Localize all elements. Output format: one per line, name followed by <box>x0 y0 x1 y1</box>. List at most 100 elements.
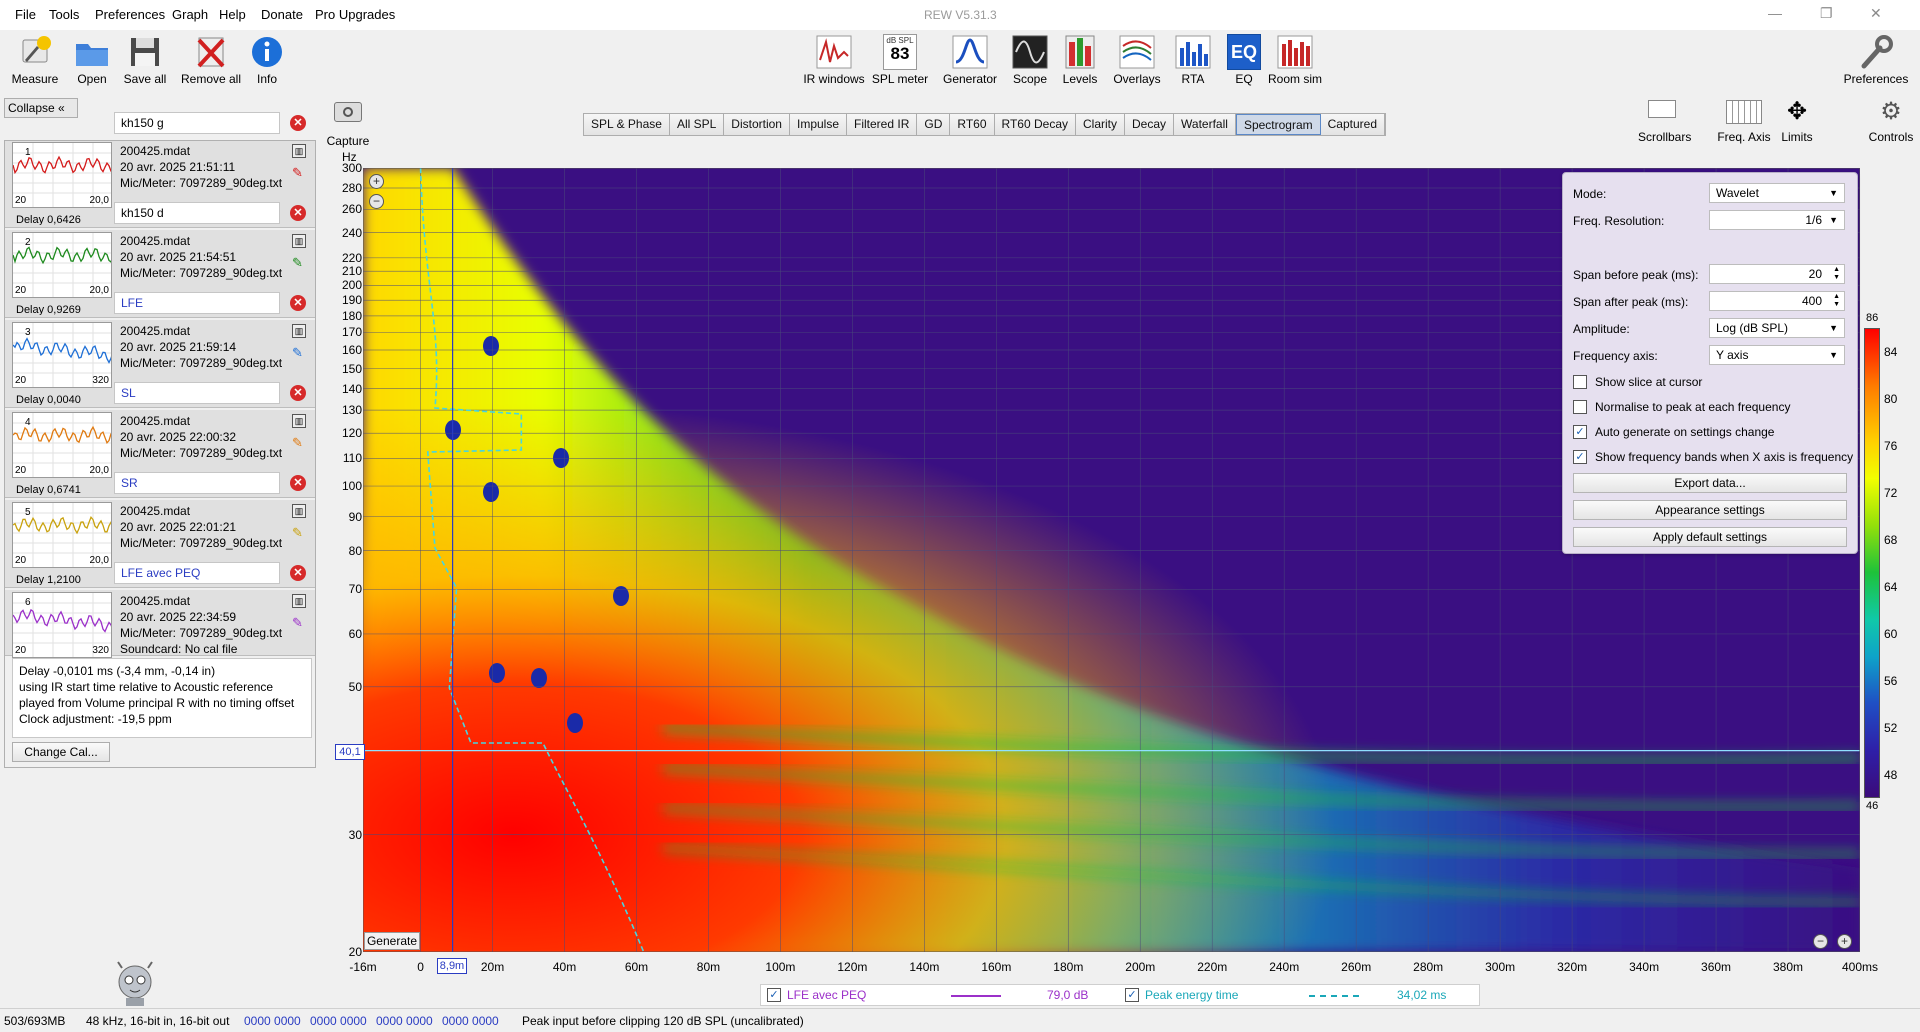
settings-checkbox[interactable]: ✓ <box>1573 450 1587 464</box>
preferences-button[interactable]: Preferences <box>1836 34 1916 90</box>
amplitude-dropdown[interactable]: Log (dB SPL) ▼ <box>1709 318 1845 338</box>
measurement-thumbnail[interactable]: 3 20 320 <box>12 322 112 388</box>
measurement-date: 20 avr. 2025 22:01:21 <box>120 520 237 534</box>
pen-icon[interactable]: ✎ <box>292 616 306 630</box>
measurement-name-field[interactable]: LFE <box>114 292 280 314</box>
zoom-in-x-icon[interactable]: + <box>1837 934 1852 949</box>
tab-spl-phase[interactable]: SPL & Phase <box>584 114 670 135</box>
menu-graph[interactable]: Graph <box>172 7 208 22</box>
close-icon[interactable]: ✕ <box>290 205 306 221</box>
tab-all-spl[interactable]: All SPL <box>669 114 725 135</box>
y-tick-label: 110 <box>342 451 362 466</box>
close-icon[interactable]: ✕ <box>290 295 306 311</box>
measurement-chart-icon[interactable]: ▥ <box>292 414 306 428</box>
spl-meter-button[interactable]: dB SPL 83 SPL meter <box>861 34 939 90</box>
appearance-settings-button[interactable]: Appearance settings <box>1573 500 1847 520</box>
remove-all-icon <box>191 34 231 70</box>
close-icon[interactable]: ✕ <box>290 115 306 131</box>
tab-filtered-ir[interactable]: Filtered IR <box>847 114 918 135</box>
menu-help[interactable]: Help <box>219 7 246 22</box>
room-sim-button[interactable]: Room sim <box>1256 34 1334 90</box>
spinner-arrows-icon[interactable]: ▲ ▼ <box>1833 293 1840 309</box>
menu-donate[interactable]: Donate <box>261 7 303 22</box>
tab-decay[interactable]: Decay <box>1125 114 1175 135</box>
measurement-file: 200425.mdat <box>120 234 191 248</box>
measurement-number: 1 <box>25 147 31 158</box>
minimize-icon[interactable]: — <box>1768 5 1782 21</box>
span-after-input[interactable]: 400 ▲ ▼ <box>1709 291 1845 311</box>
pen-icon[interactable]: ✎ <box>292 346 306 360</box>
close-icon[interactable]: ✕ <box>290 565 306 581</box>
measurement-thumbnail[interactable]: 1 20 20,0 <box>12 142 112 208</box>
pen-icon[interactable]: ✎ <box>292 166 306 180</box>
measurement-thumbnail[interactable]: 4 20 20,0 <box>12 412 112 478</box>
freq-axis-button[interactable]: Freq. Axis <box>1716 100 1772 144</box>
limits-button[interactable]: ✥ Limits <box>1773 98 1821 145</box>
zoom-in-icon[interactable]: + <box>369 174 384 189</box>
menu-pro-upgrades[interactable]: Pro Upgrades <box>315 7 395 22</box>
settings-checkbox[interactable] <box>1573 375 1587 389</box>
measurement-name-field[interactable]: LFE avec PEQ <box>114 562 280 584</box>
tab-gd[interactable]: GD <box>917 114 951 135</box>
pen-icon[interactable]: ✎ <box>292 256 306 270</box>
scrollbars-button[interactable]: Scrollbars <box>1638 100 1691 144</box>
legend-series-checkbox[interactable]: ✓ <box>767 988 781 1002</box>
measurement-chart-icon[interactable]: ▥ <box>292 234 306 248</box>
settings-checkbox[interactable]: ✓ <box>1573 425 1587 439</box>
x-tick-label: 320m <box>1557 960 1588 974</box>
measurement-name-field[interactable]: kh150 d <box>114 202 280 224</box>
apply-default-settings-button[interactable]: Apply default settings <box>1573 527 1847 547</box>
frequency-axis-dropdown[interactable]: Y axis ▼ <box>1709 345 1845 365</box>
thumbnail-low-label: 20 <box>15 555 27 566</box>
menu-tools[interactable]: Tools <box>49 7 79 22</box>
x-tick-label: 340m <box>1629 960 1660 974</box>
zoom-out-icon[interactable]: − <box>369 194 384 209</box>
legend-peak-checkbox[interactable]: ✓ <box>1125 988 1139 1002</box>
freq-resolution-dropdown[interactable]: 1/6 ▼ <box>1709 210 1845 230</box>
info-button[interactable]: Info <box>228 34 306 90</box>
spinner-arrows-icon[interactable]: ▲ ▼ <box>1833 266 1840 282</box>
measurement-chart-icon[interactable]: ▥ <box>292 594 306 608</box>
tab-distortion[interactable]: Distortion <box>724 114 790 135</box>
close-icon[interactable]: ✕ <box>1870 5 1882 22</box>
close-icon[interactable]: ✕ <box>290 475 306 491</box>
collapse-button[interactable]: Collapse « <box>4 98 78 118</box>
span-before-input[interactable]: 20 ▲ ▼ <box>1709 264 1845 284</box>
capture-button[interactable]: Capture <box>324 102 372 148</box>
measurement-thumbnail[interactable]: 2 20 20,0 <box>12 232 112 298</box>
y-tick-label: 170 <box>341 325 362 340</box>
export-data-button[interactable]: Export data... <box>1573 473 1847 493</box>
measurement-thumbnail[interactable]: 6 20 320 <box>12 592 112 658</box>
tab-rt60-decay[interactable]: RT60 Decay <box>994 114 1076 135</box>
span-after-label: Span after peak (ms): <box>1573 295 1689 309</box>
pen-icon[interactable]: ✎ <box>292 526 306 540</box>
measurement-chart-icon[interactable]: ▥ <box>292 324 306 338</box>
generate-button[interactable]: Generate <box>364 932 420 950</box>
tab-captured[interactable]: Captured <box>1320 114 1386 135</box>
measurement-name-field[interactable]: SL <box>114 382 280 404</box>
tab-impulse[interactable]: Impulse <box>789 114 848 135</box>
maximize-icon[interactable]: ❐ <box>1820 5 1833 22</box>
change-cal-button[interactable]: Change Cal... <box>12 742 110 762</box>
menu-preferences[interactable]: Preferences <box>95 7 165 22</box>
tab-clarity[interactable]: Clarity <box>1076 114 1126 135</box>
camera-icon <box>334 102 362 122</box>
tab-rt60[interactable]: RT60 <box>950 114 995 135</box>
limits-arrows-icon: ✥ <box>1786 98 1808 125</box>
mode-dropdown[interactable]: Wavelet ▼ <box>1709 183 1845 203</box>
amplitude-value: Log (dB SPL) <box>1716 321 1789 335</box>
measurement-chart-icon[interactable]: ▥ <box>292 144 306 158</box>
settings-checkbox[interactable] <box>1573 400 1587 414</box>
pen-icon[interactable]: ✎ <box>292 436 306 450</box>
measurement-name-field[interactable]: SR <box>114 472 280 494</box>
x-tick-label: 200m <box>1125 960 1156 974</box>
controls-button[interactable]: ⚙ Controls <box>1866 100 1916 145</box>
measurement-chart-icon[interactable]: ▥ <box>292 504 306 518</box>
tab-spectrogram[interactable]: Spectrogram <box>1235 114 1321 135</box>
menu-file[interactable]: File <box>15 7 36 22</box>
measurement-name-field[interactable]: kh150 g <box>114 112 280 134</box>
measurement-thumbnail[interactable]: 5 20 20,0 <box>12 502 112 568</box>
tab-waterfall[interactable]: Waterfall <box>1174 114 1236 135</box>
zoom-out-x-icon[interactable]: − <box>1813 934 1828 949</box>
close-icon[interactable]: ✕ <box>290 385 306 401</box>
